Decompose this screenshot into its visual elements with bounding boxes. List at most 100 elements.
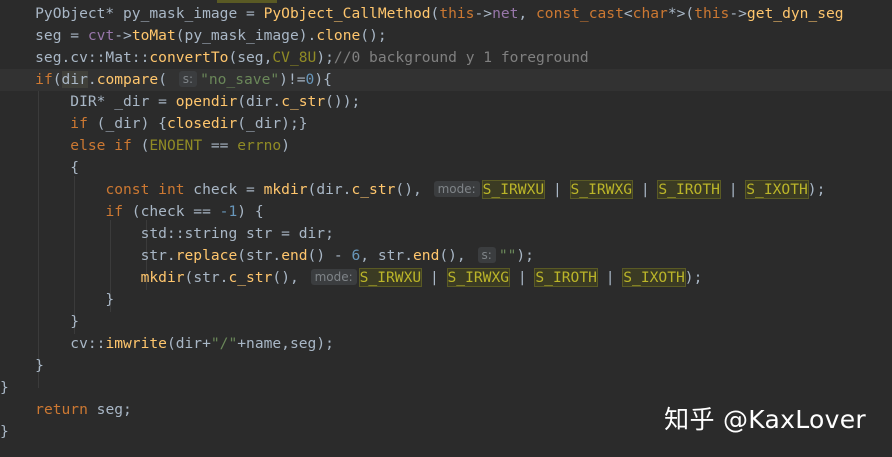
code-token: seg = [0, 27, 88, 44]
parameter-hint: mode: [433, 181, 480, 197]
code-token: -1 [219, 203, 238, 220]
code-token: if [35, 71, 53, 88]
code-editor[interactable]: PyObject* py_mask_image = PyObject_CallM… [0, 0, 892, 457]
code-token: c_str [281, 93, 326, 110]
code-token: . [87, 71, 97, 88]
code-token: | [544, 181, 571, 198]
code-token: S_IROTH [534, 268, 598, 287]
code-token: char [632, 5, 668, 22]
code-token: "no_save" [200, 71, 280, 88]
code-line[interactable]: if (check == -1) { [0, 201, 892, 223]
code-token: (str. [184, 269, 229, 286]
code-line[interactable]: DIR* _dir = opendir(dir.c_str()); [0, 91, 892, 113]
code-token: "" [498, 247, 517, 264]
parameter-hint: s: [477, 247, 496, 263]
code-token: ); [316, 49, 334, 66]
code-token: opendir [175, 93, 238, 110]
code-token: (check == [123, 203, 220, 220]
code-line[interactable]: PyObject* py_mask_image = PyObject_CallM… [0, 3, 892, 25]
code-token: } [0, 423, 9, 440]
code-token: < [623, 5, 633, 22]
code-token: std::string str = dir; [0, 225, 334, 242]
code-token: , [518, 5, 536, 22]
code-token: str. [0, 247, 176, 264]
code-token: (dir+ [166, 335, 211, 352]
code-token: cv:: [0, 335, 106, 352]
code-token: -> [729, 5, 747, 22]
parameter-hint: mode: [310, 269, 357, 285]
code-token: (py_mask_image). [175, 27, 317, 44]
code-token: S_IRWXG [569, 180, 634, 199]
code-token: end [413, 247, 440, 264]
code-token: ENOENT [149, 137, 203, 154]
code-token: -> [114, 27, 132, 44]
code-line[interactable]: } [0, 377, 892, 399]
code-token: cvt [87, 27, 115, 44]
code-token: () - [307, 247, 352, 264]
code-token: ) [281, 137, 290, 154]
code-token: ); [684, 269, 703, 286]
code-token: errno [237, 137, 282, 154]
code-line[interactable]: std::string str = dir; [0, 223, 892, 245]
code-token: S_IRWXU [358, 268, 423, 287]
code-token: toMat [131, 27, 176, 44]
code-token: this [439, 5, 475, 22]
code-token: -> [474, 5, 493, 22]
code-token: } [0, 313, 80, 330]
code-token: (), [395, 181, 431, 198]
code-token: replace [175, 247, 238, 264]
code-token: imwrite [105, 335, 167, 352]
code-token: } [0, 291, 115, 308]
code-token: (dir. [307, 181, 352, 198]
code-token: net [492, 5, 519, 22]
code-token: const int [105, 181, 185, 198]
code-token: this [694, 5, 730, 22]
code-line[interactable]: seg = cvt->toMat(py_mask_image).clone(); [0, 25, 892, 47]
code-token: ( [131, 137, 150, 154]
code-token: (); [360, 27, 387, 44]
code-token: end [281, 247, 308, 264]
code-token: 0 [305, 71, 315, 88]
code-token: (_dir) { [87, 115, 167, 132]
code-token: dir [61, 71, 88, 88]
code-line[interactable]: const int check = mkdir(dir.c_str(), mod… [0, 179, 892, 201]
code-line[interactable]: else if (ENOENT == errno) [0, 135, 892, 157]
code-token: | [719, 181, 747, 198]
code-token: CV_8U [272, 49, 317, 66]
code-token: ){ [314, 71, 332, 88]
code-token: S_IROTH [657, 180, 721, 199]
code-token: } [0, 379, 9, 396]
code-token: (), [439, 247, 475, 264]
code-line[interactable]: str.replace(str.end() - 6, str.end(), s:… [0, 245, 892, 267]
code-token: ( [430, 5, 440, 22]
code-token: if [105, 203, 124, 220]
code-line[interactable]: { [0, 157, 892, 179]
code-line[interactable]: if(dir.compare( s: "no_save")!=0){ [0, 69, 892, 91]
code-line[interactable]: seg.cv::Mat::convertTo(seg,CV_8U);//0 ba… [0, 47, 892, 69]
code-line[interactable]: if (_dir) {closedir(_dir);} [0, 113, 892, 135]
code-line[interactable]: } [0, 289, 892, 311]
code-line[interactable]: } [0, 355, 892, 377]
code-token: ); [516, 247, 534, 264]
code-token: (dir. [237, 93, 282, 110]
code-token: mkdir [140, 269, 185, 286]
code-token: == [202, 137, 238, 154]
code-line[interactable]: } [0, 311, 892, 333]
code-token: S_IXOTH [745, 180, 809, 199]
code-token: (str. [237, 247, 282, 264]
code-token: closedir [166, 115, 238, 132]
code-line[interactable]: cv::imwrite(dir+"/"+name,seg); [0, 333, 892, 355]
code-token: PyObject* py_mask_image = [0, 5, 264, 22]
code-line[interactable]: mkdir(str.c_str(), mode: S_IRWXU | S_IRWX… [0, 267, 892, 289]
code-token: compare [96, 71, 159, 88]
code-token: ); [807, 181, 826, 198]
code-token: ( [158, 71, 176, 88]
code-token: get_dyn_seg [746, 5, 844, 22]
code-token: if [70, 115, 88, 132]
